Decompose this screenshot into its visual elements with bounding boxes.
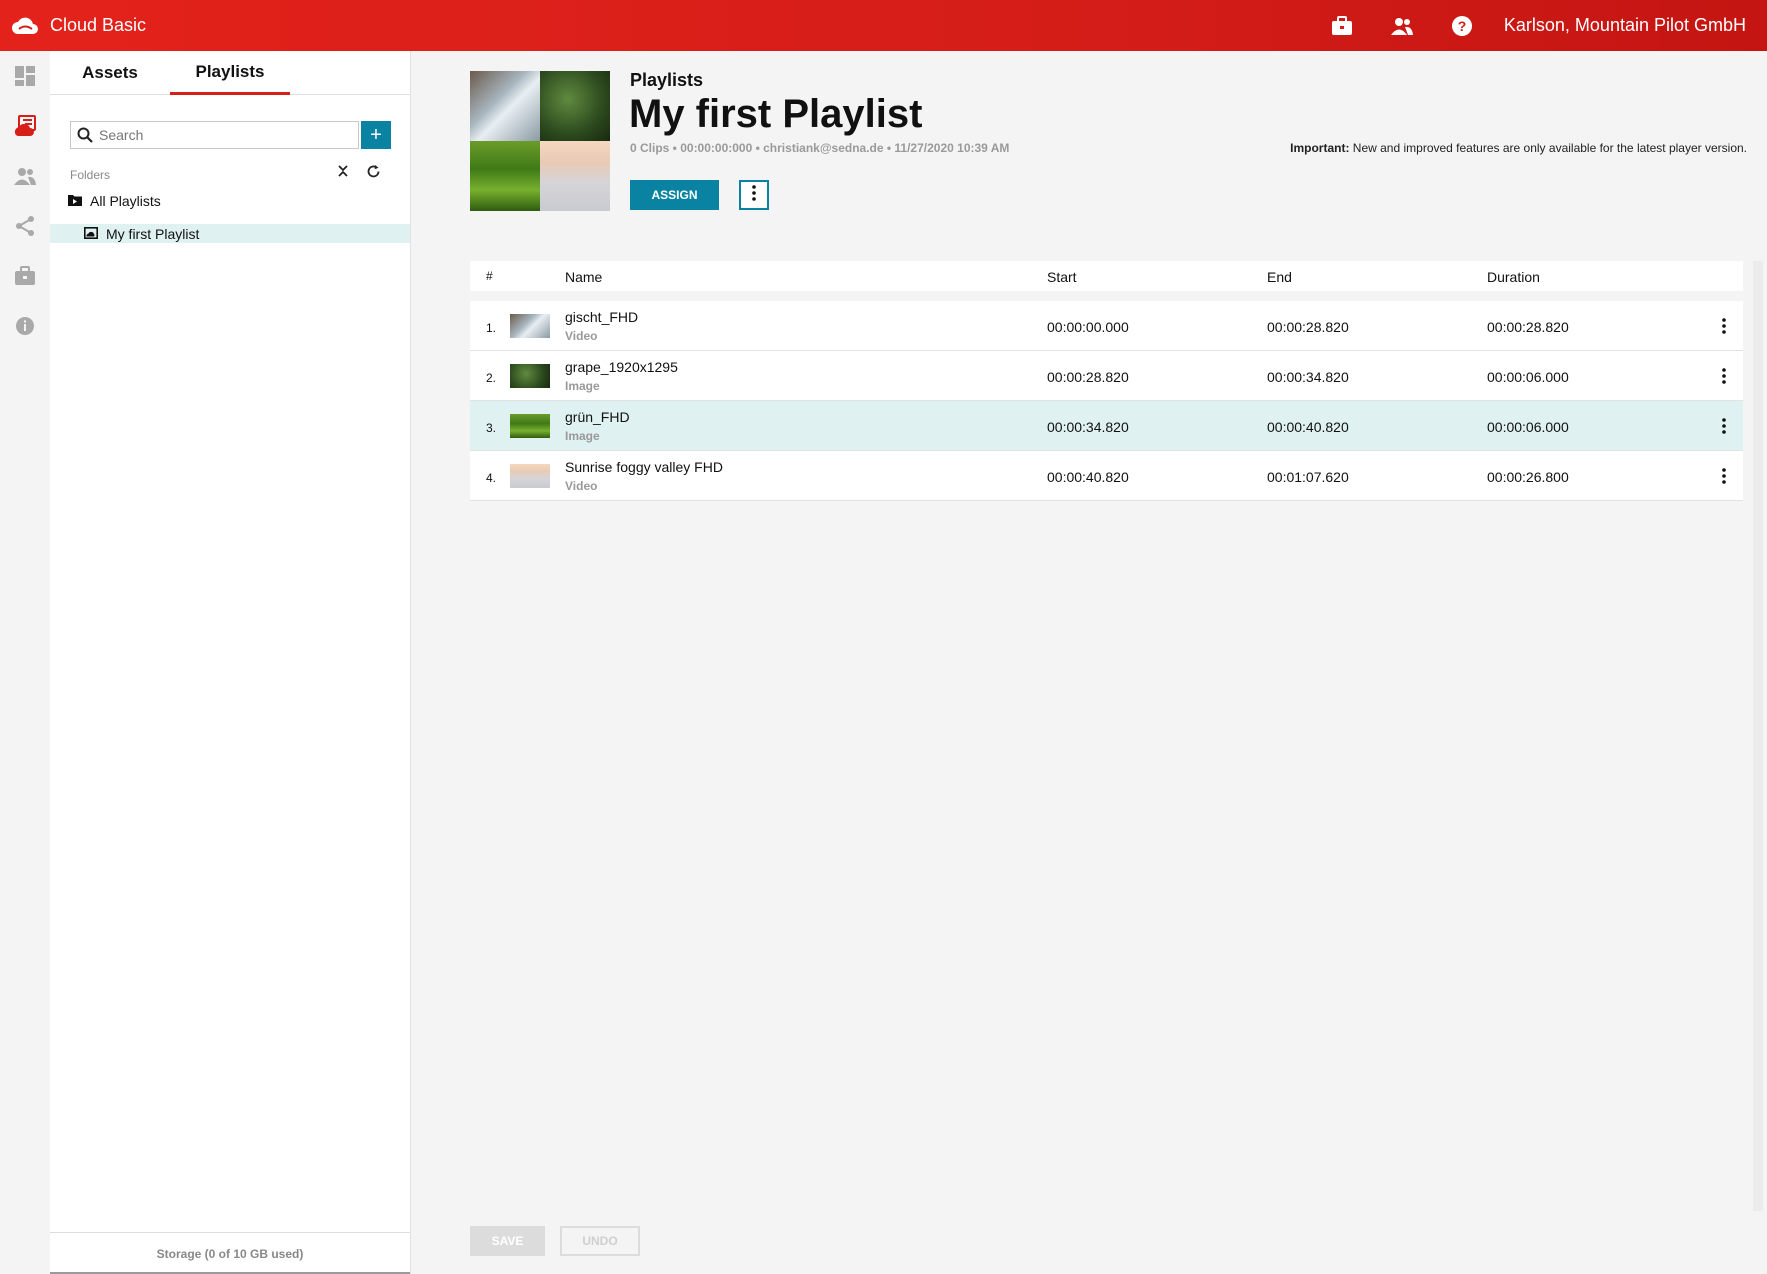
row-number: 2. [486,371,497,385]
header-end[interactable]: End [1267,269,1292,285]
playlist-icon [84,226,98,242]
thumbnail-sunrise [540,141,610,211]
clip-type: Video [565,479,598,493]
clip-end: 00:01:07.620 [1267,469,1349,485]
header-start[interactable]: Start [1047,269,1077,285]
player-notice: Important: New and improved features are… [1290,141,1747,155]
table-header: # Name Start End Duration [470,261,1743,291]
row-number: 1. [486,321,497,335]
collapse-all-icon[interactable] [335,163,351,179]
side-tabs: Assets Playlists [50,51,410,95]
playlist-label: My first Playlist [106,225,200,242]
user-menu[interactable]: Karlson, Mountain Pilot GmbH [1492,15,1767,36]
briefcase-icon[interactable] [0,251,50,301]
header-duration[interactable]: Duration [1487,269,1540,285]
nav-rail [0,51,50,1274]
row-menu-icon[interactable] [1718,315,1730,337]
row-number: 4. [486,471,497,485]
clip-thumbnail [510,414,550,438]
row-menu-icon[interactable] [1718,415,1730,437]
clip-thumbnail [510,364,550,388]
clip-name: Sunrise foggy valley FHD [565,459,723,475]
table-row[interactable]: 4. Sunrise foggy valley FHD Video 00:00:… [470,451,1743,501]
clip-thumbnail [510,464,550,488]
help-icon[interactable]: ? [1432,0,1492,51]
playlist-meta: 0 Clips • 00:00:00:000 • christiank@sedn… [630,141,1010,155]
table-scrollbar[interactable] [1753,261,1763,1211]
clip-thumbnail [510,314,550,338]
brand[interactable]: Cloud Basic [12,0,146,51]
clip-start: 00:00:00.000 [1047,319,1129,335]
clip-type: Image [565,429,600,443]
clip-duration: 00:00:06.000 [1487,369,1569,385]
clip-duration: 00:00:06.000 [1487,419,1569,435]
search-icon [71,127,99,143]
folder-all-playlists[interactable]: All Playlists [68,191,161,211]
kebab-icon [752,184,756,206]
users-icon[interactable] [1372,0,1432,51]
notice-text: New and improved features are only avail… [1349,141,1747,155]
refresh-icon[interactable] [365,163,381,179]
tab-playlists[interactable]: Playlists [170,51,290,95]
dashboard-icon[interactable] [0,51,50,101]
clip-table: # Name Start End Duration 1. gischt_FHD … [470,261,1743,501]
thumbnail-gruen [470,141,540,211]
people-icon[interactable] [0,151,50,201]
share-icon[interactable] [0,201,50,251]
notice-label: Important: [1290,141,1350,155]
row-number: 3. [486,421,497,435]
playlist-item-my-first-playlist[interactable]: My first Playlist [50,224,410,243]
clip-end: 00:00:40.820 [1267,419,1349,435]
clip-name: gischt_FHD [565,309,639,325]
clip-start: 00:00:40.820 [1047,469,1129,485]
clip-start: 00:00:28.820 [1047,369,1129,385]
info-icon[interactable] [0,301,50,351]
cloud-logo-icon [12,16,38,36]
header-name[interactable]: Name [565,269,602,285]
assign-button[interactable]: ASSIGN [630,180,719,210]
playlist-thumbnail [470,71,610,211]
side-panel: Assets Playlists + Folders All Playlists [50,51,411,1274]
search-row: + [70,121,391,149]
folders-label: Folders [70,168,111,182]
folder-icon [68,193,82,209]
clip-type: Video [565,329,598,343]
svg-text:?: ? [1458,18,1467,34]
header-num: # [486,269,493,283]
undo-button[interactable]: UNDO [560,1226,640,1256]
tab-assets[interactable]: Assets [60,51,160,95]
clip-name: grape_1920x1295 [565,359,678,375]
top-bar: Cloud Basic ? Karlson, Mountain Pilot Gm… [0,0,1767,51]
clip-type: Image [565,379,600,393]
clip-duration: 00:00:28.820 [1487,319,1569,335]
thumbnail-grape [540,71,610,141]
row-menu-icon[interactable] [1718,365,1730,387]
table-row-selected[interactable]: 3. grün_FHD Image 00:00:34.820 00:00:40.… [470,401,1743,451]
clip-end: 00:00:28.820 [1267,319,1349,335]
save-button[interactable]: SAVE [470,1226,545,1256]
thumbnail-gischt [470,71,540,141]
app-name: Cloud Basic [50,15,147,35]
playlists-icon[interactable] [0,101,50,151]
page-title: My first Playlist [629,92,923,136]
add-playlist-button[interactable]: + [361,121,391,149]
clip-start: 00:00:34.820 [1047,419,1129,435]
folder-label: All Playlists [90,193,161,209]
clip-name: grün_FHD [565,409,630,425]
plus-icon: + [370,124,382,146]
search-input[interactable] [99,127,349,143]
briefcase-icon[interactable] [1312,0,1372,51]
row-menu-icon[interactable] [1718,465,1730,487]
search-box [70,121,359,149]
clip-duration: 00:00:26.800 [1487,469,1569,485]
clip-end: 00:00:34.820 [1267,369,1349,385]
more-options-button[interactable] [739,180,769,210]
table-row[interactable]: 2. grape_1920x1295 Image 00:00:28.820 00… [470,351,1743,401]
table-row[interactable]: 1. gischt_FHD Video 00:00:00.000 00:00:2… [470,301,1743,351]
breadcrumb[interactable]: Playlists [630,70,703,91]
storage-info: Storage (0 of 10 GB used) [50,1232,410,1274]
